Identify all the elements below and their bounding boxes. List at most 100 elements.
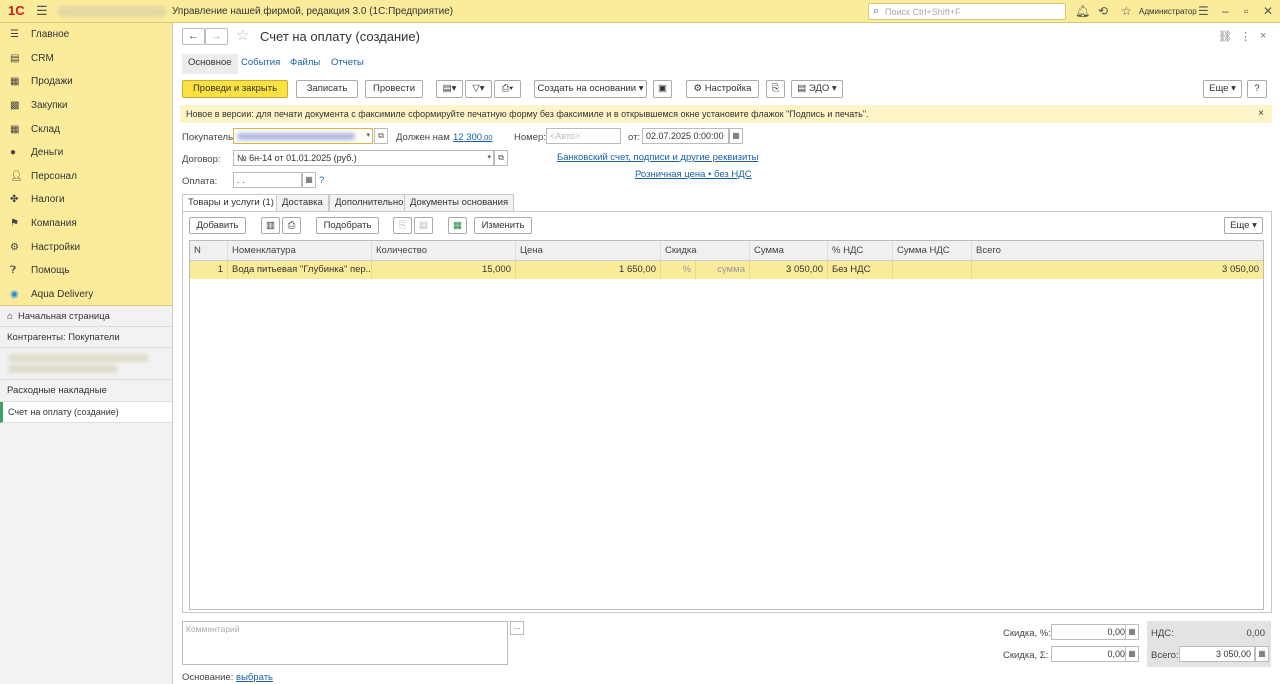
tab-delivery[interactable]: Доставка — [276, 194, 329, 211]
excel-button[interactable]: ▦ — [448, 217, 467, 234]
edo-button[interactable]: ▤ ЭДО ▾ — [791, 80, 843, 98]
comment-expand-button[interactable]: ... — [510, 621, 524, 635]
tab-additional[interactable]: Дополнительно — [329, 194, 410, 211]
calendar-icon[interactable]: ▦ — [729, 128, 743, 144]
change-button[interactable]: Изменить — [474, 217, 532, 234]
basis-select-link[interactable]: выбрать — [236, 672, 273, 683]
tab-main[interactable]: Основное — [182, 54, 238, 74]
tab-reports[interactable]: Отчеты — [331, 54, 364, 74]
sidebar-item-purchases[interactable]: ▩ Закупки — [0, 94, 172, 118]
comment-field[interactable]: Комментарий — [182, 621, 508, 665]
cell-vat-rate[interactable]: Без НДС — [828, 261, 893, 279]
post-and-close-button[interactable]: Проведи и закрыть — [182, 80, 288, 98]
open-window-invoices[interactable]: Расходные накладные — [0, 380, 172, 402]
sidebar-item-money[interactable]: ● Деньги — [0, 141, 172, 165]
scan-button[interactable]: ⎙ — [282, 217, 301, 234]
calculator-icon[interactable]: ▦ — [1255, 646, 1269, 662]
table-row[interactable]: 1 Вода питьевая "Глубинка" пер... 15,000… — [190, 261, 1263, 279]
add-button[interactable]: Добавить — [189, 217, 246, 234]
column-header-discount[interactable]: Скидка — [661, 241, 750, 261]
settings-button[interactable]: ⚙ Настройка — [686, 80, 759, 98]
open-window-counterparties[interactable]: Контрагенты: Покупатели — [0, 327, 172, 348]
save-button[interactable]: Записать — [296, 80, 358, 98]
sidebar-item-company[interactable]: ⚑ Компания — [0, 212, 172, 236]
search-input[interactable]: ⌕ Поиск Ctrl+Shift+F — [868, 3, 1066, 20]
close-icon[interactable]: ✕ — [1263, 4, 1273, 18]
sidebar-item-aqua-delivery[interactable]: ◉ Aqua Delivery — [0, 283, 172, 307]
create-based-on-button[interactable]: Создать на основании ▾ — [534, 80, 647, 98]
sidebar-item-settings[interactable]: ⚙ Настройки — [0, 235, 172, 259]
print-button[interactable]: ⎙▾ — [494, 80, 521, 98]
cell-item[interactable]: Вода питьевая "Глубинка" пер... — [228, 261, 372, 279]
tab-goods-services[interactable]: Товары и услуги (1) — [182, 194, 280, 212]
cell-quantity[interactable]: 15,000 — [372, 261, 516, 279]
restore-icon[interactable]: ▫ — [1244, 4, 1248, 18]
attachment-button[interactable]: ⎘ — [766, 80, 785, 98]
payment-field[interactable]: . . — [233, 172, 302, 188]
column-header-price[interactable]: Цена — [516, 241, 661, 261]
calendar-icon[interactable]: ▦ — [302, 172, 316, 188]
calculator-icon[interactable]: ▦ — [1125, 646, 1139, 662]
help-button[interactable]: ? — [1247, 80, 1267, 98]
table-more-button[interactable]: Еще ▾ — [1224, 217, 1263, 234]
column-header-vat-sum[interactable]: Сумма НДС — [893, 241, 972, 261]
link-icon[interactable]: ⛓ — [1218, 30, 1232, 43]
favorite-star-icon[interactable]: ☆ — [236, 26, 249, 44]
minimize-icon[interactable]: – — [1222, 4, 1229, 18]
calculator-icon[interactable]: ▦ — [1125, 624, 1139, 640]
paste-button[interactable]: ▤ — [414, 217, 433, 234]
contract-field[interactable]: № 6н-14 от 01.01.2025 (руб.) ▾ — [233, 150, 494, 166]
sidebar-item-crm[interactable]: ▤ CRM — [0, 47, 172, 71]
copy-button[interactable]: ⎘ — [393, 217, 412, 234]
column-header-item[interactable]: Номенклатура — [228, 241, 372, 261]
number-field[interactable]: <Авто> — [546, 128, 621, 144]
structure-button[interactable]: ▣ — [653, 80, 672, 98]
column-header-sum[interactable]: Сумма — [750, 241, 828, 261]
bank-details-link[interactable]: Банковский счет, подписи и другие реквиз… — [557, 152, 759, 163]
column-header-vat-rate[interactable]: % НДС — [828, 241, 893, 261]
cell-vat-sum[interactable] — [893, 261, 972, 279]
discount-percent-field[interactable]: 0,00 — [1051, 624, 1129, 640]
cell-discount-sum[interactable]: сумма — [696, 261, 750, 279]
chevron-down-icon[interactable]: ▾ — [487, 151, 491, 165]
sidebar-item-taxes[interactable]: ✤ Налоги — [0, 188, 172, 212]
forward-button[interactable]: → — [205, 28, 228, 45]
chevron-down-icon[interactable]: ▾ — [366, 129, 370, 143]
tab-files[interactable]: Файлы — [290, 54, 320, 74]
date-field[interactable]: 02.07.2025 0:00:00 — [642, 128, 729, 144]
history-icon[interactable]: ⟲ — [1098, 4, 1108, 18]
post-button[interactable]: Провести — [365, 80, 423, 98]
pick-button[interactable]: Подобрать — [316, 217, 379, 234]
discount-sum-field[interactable]: 0,00 — [1051, 646, 1129, 662]
more-icon[interactable]: ⋮ — [1240, 30, 1251, 43]
cell-sum[interactable]: 3 050,00 — [750, 261, 828, 279]
user-name[interactable]: Администратор — [1139, 7, 1197, 16]
back-button[interactable]: ← — [182, 28, 205, 45]
notice-close-icon[interactable]: × — [1258, 105, 1264, 123]
cell-price[interactable]: 1 650,00 — [516, 261, 661, 279]
more-button[interactable]: Еще ▾ — [1203, 80, 1242, 98]
column-header-n[interactable]: N — [190, 241, 228, 261]
cell-total[interactable]: 3 050,00 — [972, 261, 1263, 279]
sidebar-item-warehouse[interactable]: ▦ Склад — [0, 117, 172, 141]
sidebar-item-staff[interactable]: 👤︎ Персонал — [0, 165, 172, 189]
barcode-button[interactable]: ▥ — [261, 217, 280, 234]
filter-button[interactable]: ▽▾ — [465, 80, 492, 98]
goods-table[interactable]: N Номенклатура Количество Цена Скидка Су… — [189, 240, 1264, 610]
settings-icon[interactable]: ☰ — [1198, 4, 1209, 18]
open-contract-button[interactable]: ⧉ — [494, 150, 508, 166]
owes-amount-link[interactable]: 12 300,00 — [453, 132, 493, 143]
sidebar-item-main[interactable]: ☰ Главное — [0, 23, 172, 47]
sidebar-item-help[interactable]: ❓︎ Помощь — [0, 259, 172, 283]
cell-discount-percent[interactable]: % — [661, 261, 696, 279]
open-buyer-button[interactable]: ⧉ — [374, 128, 388, 144]
main-menu-icon[interactable]: ☰ — [36, 3, 48, 19]
open-window-current[interactable]: Счет на оплату (создание) — [0, 402, 172, 423]
open-window-blurred[interactable] — [0, 348, 172, 380]
document-menu-button[interactable]: ▤▾ — [436, 80, 463, 98]
tab-basis-documents[interactable]: Документы основания — [404, 194, 515, 211]
open-window-home[interactable]: ⌂ Начальная страница — [0, 306, 172, 327]
column-header-total[interactable]: Всего — [972, 241, 1263, 261]
star-icon[interactable]: ☆ — [1121, 4, 1132, 18]
tab-events[interactable]: События — [241, 54, 280, 74]
